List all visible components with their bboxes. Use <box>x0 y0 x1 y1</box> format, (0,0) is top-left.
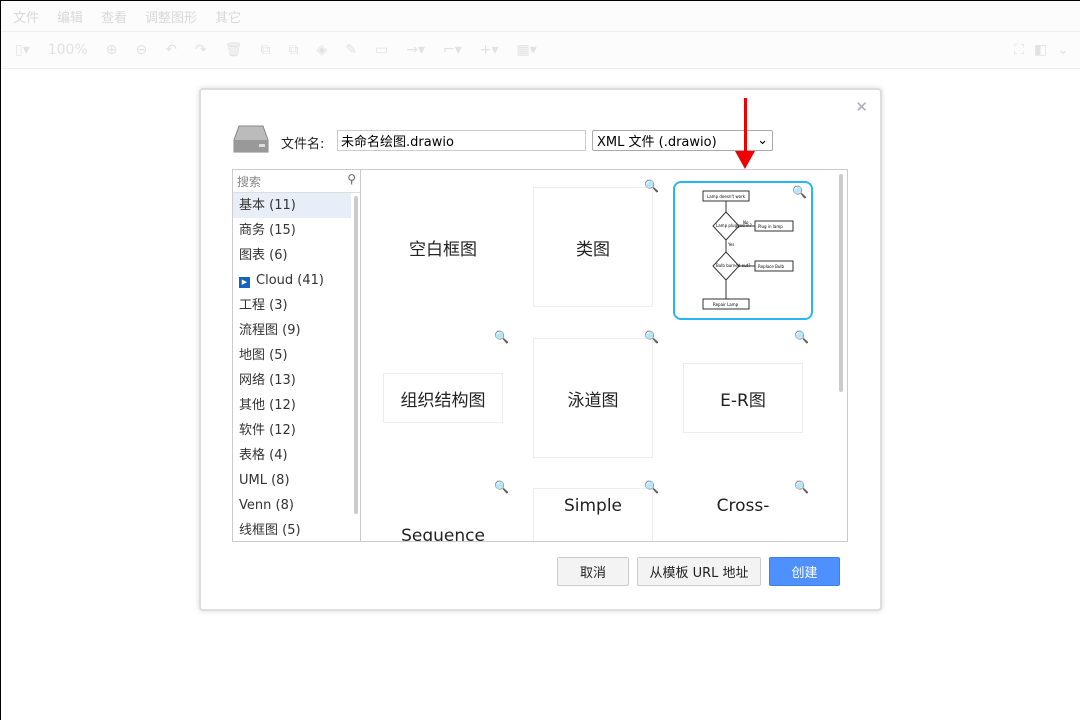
zoom-in-icon[interactable]: ⊕ <box>106 42 118 58</box>
template-cross-functional[interactable]: Cross- 🔍 <box>673 478 813 541</box>
search-placeholder: 搜索 <box>237 175 262 189</box>
category-wireframes[interactable]: 线框图 (5) <box>233 518 351 541</box>
zoom-preview-icon[interactable]: 🔍 <box>794 480 809 494</box>
template-orgchart[interactable]: 组织结构图 🔍 <box>373 328 513 468</box>
menubar: 文件 编辑 查看 调整图形 其它 <box>1 1 1080 31</box>
redo-icon[interactable]: ↷ <box>195 42 207 58</box>
toolbar: ▯▾ 100% ⊕ ⊖ ↶ ↷ 🗑 ⧉ ⧉ ◈ ✎ ▭ →▾ ⌐▾ +▾ ▦▾ … <box>1 31 1080 69</box>
annotation-arrowhead <box>735 151 755 169</box>
template-simple[interactable]: Simple 🔍 <box>523 478 663 541</box>
waypoints-icon[interactable]: ⌐▾ <box>443 42 462 58</box>
insert-icon[interactable]: +▾ <box>480 42 499 58</box>
category-other[interactable]: 其他 (12) <box>233 393 351 418</box>
template-label: 空白框图 <box>409 234 477 260</box>
template-label: 泳道图 <box>567 385 619 411</box>
menu-arrange[interactable]: 调整图形 <box>145 7 197 26</box>
zoom-preview-icon[interactable]: 🔍 <box>792 185 807 199</box>
template-label: 组织结构图 <box>400 385 486 411</box>
category-flowchart[interactable]: 流程图 (9) <box>233 318 351 343</box>
cancel-button[interactable]: 取消 <box>557 557 629 586</box>
format-value: XML 文件 (.drawio) <box>597 135 717 150</box>
menu-extras[interactable]: 其它 <box>215 7 241 26</box>
disk-icon <box>233 125 269 153</box>
template-blank[interactable]: 空白框图 <box>373 177 513 317</box>
new-diagram-dialog: ✕ 文件名: XML 文件 (.drawio) ⌄ 搜索 ⚲ 基本 (11) 商务 … <box>199 88 882 611</box>
category-basic[interactable]: 基本 (11) <box>233 193 351 218</box>
table-icon[interactable]: ▦▾ <box>517 42 537 58</box>
template-label: 类图 <box>576 234 610 260</box>
line-color-icon[interactable]: ✎ <box>345 42 357 58</box>
template-label: Simple <box>563 496 623 516</box>
zoom-preview-icon[interactable]: 🔍 <box>644 480 659 494</box>
close-icon[interactable]: ✕ <box>855 98 868 116</box>
category-software[interactable]: 软件 (12) <box>233 418 351 443</box>
fc-end: Repair Lamp <box>713 302 739 307</box>
menu-file[interactable]: 文件 <box>13 7 39 26</box>
zoom-preview-icon[interactable]: 🔍 <box>644 179 659 193</box>
zoom-preview-icon[interactable]: 🔍 <box>494 330 509 344</box>
template-class[interactable]: 类图 🔍 <box>523 177 663 317</box>
format-toggle-icon[interactable]: ◧ <box>1034 42 1047 58</box>
template-panel: 搜索 ⚲ 基本 (11) 商务 (15) 图表 (6) ▶ Cloud (41) 工… <box>232 169 848 542</box>
zoom-preview-icon[interactable]: 🔍 <box>644 330 659 344</box>
zoom-select[interactable]: 100% <box>48 42 88 58</box>
menu-view[interactable]: 查看 <box>101 7 127 26</box>
template-swimlane[interactable]: 泳道图 🔍 <box>523 328 663 468</box>
category-cloud[interactable]: ▶ Cloud (41) <box>233 268 351 293</box>
zoom-preview-icon[interactable]: 🔍 <box>794 330 809 344</box>
category-uml[interactable]: UML (8) <box>233 468 351 493</box>
category-engineering[interactable]: 工程 (3) <box>233 293 351 318</box>
search-icon[interactable]: ⚲ <box>347 172 356 186</box>
undo-icon[interactable]: ↶ <box>165 42 177 58</box>
category-network[interactable]: 网络 (13) <box>233 368 351 393</box>
flowchart-thumbnail: Lamp doesn't work Lamp plugged in? Plug … <box>702 190 794 309</box>
collapse-icon[interactable]: ⌄ <box>1057 42 1069 58</box>
cloud-icon: ▶ <box>239 277 250 288</box>
category-tables[interactable]: 表格 (4) <box>233 443 351 468</box>
fc-a2: Replace Bulb <box>758 264 784 269</box>
category-venn[interactable]: Venn (8) <box>233 493 351 518</box>
from-template-url-button[interactable]: 从模板 URL 地址 <box>637 557 761 586</box>
format-panel-icon[interactable]: ▯▾ <box>15 42 30 58</box>
fill-color-icon[interactable]: ◈ <box>316 42 327 58</box>
template-label: Cross- <box>716 496 770 516</box>
to-front-icon[interactable]: ⧉ <box>260 42 270 58</box>
template-sequence[interactable]: Sequence 🔍 <box>373 478 513 541</box>
to-back-icon[interactable]: ⧉ <box>288 42 298 58</box>
category-charts[interactable]: 图表 (6) <box>233 243 351 268</box>
chevron-down-icon: ⌄ <box>757 133 768 148</box>
fullscreen-icon[interactable]: ⛶ <box>1014 42 1024 58</box>
category-sidebar: 搜索 ⚲ 基本 (11) 商务 (15) 图表 (6) ▶ Cloud (41) 工… <box>233 170 361 541</box>
fc-no: No <box>743 220 749 225</box>
filename-label: 文件名: <box>281 137 325 152</box>
connection-icon[interactable]: →▾ <box>406 42 425 58</box>
menu-edit[interactable]: 编辑 <box>57 7 83 26</box>
fc-start: Lamp doesn't work <box>707 194 746 199</box>
fc-a1: Plug in lamp <box>758 224 783 229</box>
grid-scrollbar[interactable] <box>839 174 843 392</box>
filename-input[interactable] <box>337 130 586 151</box>
template-grid: 空白框图 类图 🔍 Lamp doesn't work Lamp plugged … <box>362 170 847 541</box>
fc-yes: Yes <box>727 242 734 247</box>
shadow-icon[interactable]: ▭ <box>375 42 388 58</box>
delete-icon[interactable]: 🗑 <box>225 42 243 58</box>
annotation-arrow <box>744 98 747 156</box>
template-label: E-R图 <box>720 385 766 411</box>
sidebar-scrollbar[interactable] <box>354 196 358 514</box>
search-input[interactable]: 搜索 ⚲ <box>233 170 360 193</box>
template-er[interactable]: E-R图 🔍 <box>673 328 813 468</box>
category-maps[interactable]: 地图 (5) <box>233 343 351 368</box>
create-button[interactable]: 创建 <box>769 557 840 586</box>
category-cloud-label: Cloud (41) <box>256 273 324 288</box>
zoom-preview-icon[interactable]: 🔍 <box>494 480 509 494</box>
template-flowchart[interactable]: Lamp doesn't work Lamp plugged in? Plug … <box>673 181 813 320</box>
template-label: Sequence <box>401 526 485 541</box>
zoom-out-icon[interactable]: ⊖ <box>136 42 148 58</box>
category-business[interactable]: 商务 (15) <box>233 218 351 243</box>
